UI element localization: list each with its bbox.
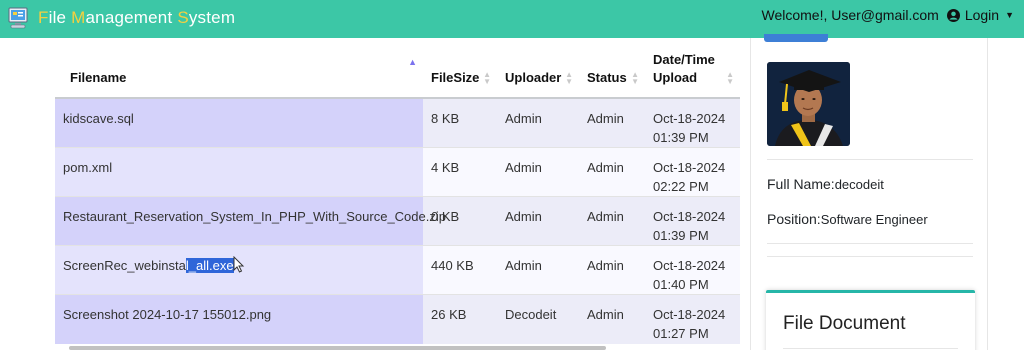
cell-uploader: Admin: [497, 196, 579, 246]
divider: [767, 159, 973, 160]
panel-divider: [987, 38, 988, 350]
login-link[interactable]: Login: [965, 7, 999, 23]
cell-filename[interactable]: ScreenRec_webinstal_all.exe: [55, 245, 423, 295]
table-row[interactable]: kidscave.sql 8 KB Admin Admin Oct-18-202…: [55, 97, 740, 148]
cell-datetime: Oct-18-2024 01:39 PM: [645, 97, 740, 148]
file-table-container: Filename ▲ FileSize ▲ ▼ Uploader ▲ ▼ Statu…: [55, 38, 740, 350]
divider: [783, 348, 958, 349]
divider: [767, 243, 973, 244]
column-header-status[interactable]: Status ▲ ▼: [579, 38, 645, 99]
cell-filename[interactable]: pom.xml: [55, 147, 423, 197]
table-row[interactable]: ScreenRec_webinstal_all.exe 440 KB Admin…: [55, 245, 740, 295]
divider: [767, 256, 973, 257]
cell-filesize: 4 KB: [423, 147, 497, 197]
cell-filesize: 440 KB: [423, 245, 497, 295]
cell-status: Admin: [579, 196, 645, 246]
file-document-card: File Document: [766, 290, 975, 350]
table-header-row: Filename ▲ FileSize ▲ ▼ Uploader ▲ ▼ Statu…: [55, 38, 740, 99]
computer-logo-icon: [8, 7, 28, 29]
card-title: File Document: [783, 313, 906, 334]
table-row[interactable]: pom.xml 4 KB Admin Admin Oct-18-2024 02:2…: [55, 147, 740, 197]
cell-status: Admin: [579, 245, 645, 295]
cell-status: Admin: [579, 147, 645, 197]
sort-icon[interactable]: ▲ ▼: [565, 71, 573, 86]
table-row[interactable]: Restaurant_Reservation_System_In_PHP_Wit…: [55, 196, 740, 246]
cell-datetime: Oct-18-2024 02:22 PM: [645, 147, 740, 197]
cell-datetime: Oct-18-2024 01:40 PM: [645, 245, 740, 295]
cell-status: Admin: [579, 294, 645, 344]
mouse-pointer-icon: [233, 256, 245, 273]
column-header-filename[interactable]: Filename ▲: [55, 38, 423, 99]
sort-icon[interactable]: ▲ ▼: [483, 71, 491, 86]
file-table: Filename ▲ FileSize ▲ ▼ Uploader ▲ ▼ Statu…: [55, 38, 740, 344]
profile-position: Position:Software Engineer: [767, 211, 928, 227]
welcome-text: Welcome!, User@gmail.com: [761, 7, 939, 23]
graduate-photo: [767, 62, 850, 146]
cell-uploader: Admin: [497, 147, 579, 197]
horizontal-scrollbar[interactable]: [69, 346, 606, 350]
sort-ascending-icon[interactable]: ▲: [408, 53, 417, 71]
selected-text: l_all.exe: [185, 258, 234, 273]
cell-filesize: 0 KB: [423, 196, 497, 246]
cell-datetime: Oct-18-2024 01:39 PM: [645, 196, 740, 246]
column-header-datetime[interactable]: Date/Time Upload ▲ ▼: [645, 38, 740, 99]
cell-status: Admin: [579, 97, 645, 148]
cell-uploader: Admin: [497, 97, 579, 148]
cell-filename[interactable]: kidscave.sql: [55, 97, 423, 148]
cell-filename[interactable]: Restaurant_Reservation_System_In_PHP_Wit…: [55, 196, 446, 246]
brand[interactable]: File Management System: [8, 3, 235, 33]
panel-top-button[interactable]: [764, 34, 828, 42]
sort-icon[interactable]: ▲ ▼: [726, 71, 734, 86]
cell-filesize: 26 KB: [423, 294, 497, 344]
app-title: File Management System: [38, 8, 236, 27]
column-header-filesize[interactable]: FileSize ▲ ▼: [423, 38, 497, 99]
cell-uploader: Decodeit: [497, 294, 579, 344]
cell-filesize: 8 KB: [423, 97, 497, 148]
user-circle-icon[interactable]: [946, 8, 960, 22]
user-area: Welcome!, User@gmail.com Login ▼: [761, 0, 1014, 30]
column-header-uploader[interactable]: Uploader ▲ ▼: [497, 38, 579, 99]
table-row[interactable]: Screenshot 2024-10-17 155012.png 26 KB D…: [55, 294, 740, 344]
sort-icon[interactable]: ▲ ▼: [631, 71, 639, 86]
profile-fullname: Full Name:decodeit: [767, 176, 884, 192]
top-navbar: File Management System Welcome!, User@gm…: [0, 0, 1024, 38]
chevron-down-icon[interactable]: ▼: [1005, 10, 1014, 20]
cell-filename[interactable]: Screenshot 2024-10-17 155012.png: [55, 294, 423, 344]
avatar: [767, 62, 850, 146]
panel-divider: [750, 38, 751, 350]
cell-datetime: Oct-18-2024 01:27 PM: [645, 294, 740, 344]
cell-uploader: Admin: [497, 245, 579, 295]
